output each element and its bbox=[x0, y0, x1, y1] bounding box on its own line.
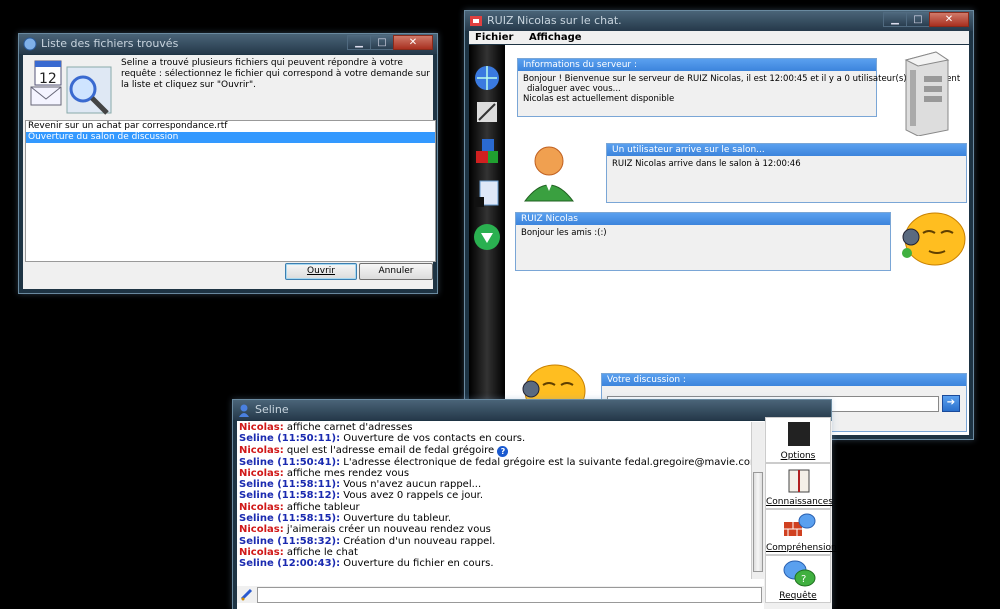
message-line: Seline (11:58:32): Création d'un nouveau… bbox=[239, 535, 496, 547]
command-bar bbox=[237, 586, 764, 603]
request-button[interactable]: ? Requête bbox=[765, 555, 831, 603]
message-line: Nicolas: quel est l'adresse email de fed… bbox=[239, 445, 751, 457]
conversation-log: Nicolas: affiche carnet d'adresses Selin… bbox=[239, 422, 763, 570]
server-line: Nicolas est actuellement disponible bbox=[523, 94, 675, 104]
message-line: Seline (11:58:15): Ouverture du tableur. bbox=[239, 513, 452, 525]
globe-icon[interactable] bbox=[474, 65, 500, 94]
file-list-titlebar[interactable]: Liste des fichiers trouvés ▁ □ ✕ bbox=[19, 34, 437, 54]
file-listbox[interactable]: Revenir sur un achat par correspondance.… bbox=[25, 120, 436, 262]
understanding-button[interactable]: Compréhension bbox=[765, 509, 837, 555]
options-button[interactable]: Options bbox=[765, 417, 831, 463]
panel-title: Un utilisateur arrive sur le salon... bbox=[607, 144, 966, 156]
message-line: Nicolas: affiche mes rendez vous bbox=[239, 467, 410, 479]
seline-side-buttons: Options Connaissances Compréhension ? Re… bbox=[764, 417, 837, 609]
options-icon bbox=[788, 422, 810, 446]
window-title: RUIZ Nicolas sur le chat. bbox=[487, 14, 622, 27]
message-line: Seline (11:58:11): Vous n'avez aucun rap… bbox=[239, 479, 482, 491]
cubes-icon[interactable] bbox=[474, 137, 500, 170]
book-icon bbox=[786, 468, 812, 497]
arrival-panel: Un utilisateur arrive sur le salon... RU… bbox=[606, 143, 967, 203]
bulb-icon[interactable] bbox=[473, 223, 501, 254]
minimize-button[interactable]: ▁ bbox=[347, 35, 371, 50]
menu-bar: Fichier Affichage bbox=[469, 31, 969, 44]
seline-titlebar[interactable]: Seline bbox=[233, 400, 831, 420]
menu-affichage[interactable]: Affichage bbox=[529, 32, 582, 43]
message-line: Seline (11:50:11): Ouverture de vos cont… bbox=[239, 433, 526, 445]
server-line: Bonjour ! Bienvenue sur le serveur de RU… bbox=[523, 74, 961, 84]
window-title: Seline bbox=[255, 403, 289, 416]
panel-title: Informations du serveur : bbox=[518, 59, 876, 71]
message-line: Seline (11:58:12): Vous avez 0 rappels c… bbox=[239, 490, 484, 502]
send-arrow-button[interactable]: ➔ bbox=[942, 395, 960, 412]
app-icon bbox=[23, 37, 37, 51]
document-icon[interactable] bbox=[474, 179, 500, 210]
file-search-icon: 12 bbox=[27, 57, 119, 117]
menu-fichier[interactable]: Fichier bbox=[475, 32, 513, 43]
chat-sidebar bbox=[469, 45, 505, 435]
close-button[interactable]: ✕ bbox=[929, 12, 969, 27]
chat-window: RUIZ Nicolas sur le chat. ▁ □ ✕ Fichier … bbox=[464, 10, 974, 440]
message-line: Nicolas: affiche tableur bbox=[239, 501, 360, 513]
message-line: Nicolas: affiche carnet d'adresses bbox=[239, 422, 413, 433]
help-icon[interactable]: ? bbox=[497, 445, 509, 457]
seline-app-icon bbox=[237, 403, 251, 417]
chat-bubbles-icon: ? bbox=[782, 559, 816, 592]
list-item[interactable]: Revenir sur un achat par correspondance.… bbox=[26, 121, 435, 132]
seline-window: Seline Nicolas: affiche carnet d'adresse… bbox=[232, 399, 837, 609]
svg-text:?: ? bbox=[801, 574, 806, 585]
close-button[interactable]: ✕ bbox=[393, 35, 433, 50]
server-line: dialoguer avec vous... bbox=[527, 84, 621, 94]
bricks-bubble-icon bbox=[782, 512, 816, 543]
maximize-button[interactable]: □ bbox=[370, 35, 394, 50]
message-line: Seline (12:00:43): Ouverture du fichier … bbox=[239, 558, 494, 570]
panel-title: RUIZ Nicolas bbox=[516, 213, 890, 225]
cancel-button[interactable]: Annuler bbox=[359, 263, 433, 280]
edit-icon[interactable] bbox=[476, 101, 498, 126]
user-message-text: Bonjour les amis :(:) bbox=[521, 228, 607, 238]
smiley-headset-icon bbox=[893, 209, 969, 278]
maximize-button[interactable]: □ bbox=[906, 12, 930, 27]
panel-title: Votre discussion : bbox=[602, 374, 966, 386]
conversation-scrollbar[interactable] bbox=[751, 422, 764, 579]
file-list-description: Seline a trouvé plusieurs fichiers qui p… bbox=[121, 58, 430, 90]
pen-icon bbox=[240, 588, 254, 604]
scrollbar-thumb[interactable] bbox=[753, 472, 763, 572]
message-line: Nicolas: affiche le chat bbox=[239, 546, 358, 558]
list-item[interactable]: Ouverture du salon de discussion bbox=[26, 132, 435, 143]
arrival-text: RUIZ Nicolas arrive dans le salon à 12:0… bbox=[612, 159, 801, 169]
chat-titlebar[interactable]: RUIZ Nicolas sur le chat. ▁ □ ✕ bbox=[465, 11, 973, 31]
command-input[interactable] bbox=[257, 587, 762, 603]
open-button[interactable]: Ouvrir bbox=[285, 263, 357, 280]
svg-text:12: 12 bbox=[39, 71, 57, 87]
chat-app-icon bbox=[469, 14, 483, 28]
minimize-button[interactable]: ▁ bbox=[883, 12, 907, 27]
server-tower-icon bbox=[896, 50, 952, 139]
user-avatar-icon bbox=[521, 141, 577, 206]
user-message-panel: RUIZ Nicolas Bonjour les amis :(:) bbox=[515, 212, 891, 271]
knowledge-button[interactable]: Connaissances bbox=[765, 463, 833, 509]
file-list-window: Liste des fichiers trouvés ▁ □ ✕ 12 Seli… bbox=[18, 33, 438, 294]
server-info-panel: Informations du serveur : Bonjour ! Bien… bbox=[517, 58, 961, 117]
message-line: Nicolas: j'aimerais créer un nouveau ren… bbox=[239, 524, 491, 536]
message-line: Seline (11:50:41): L'adresse électroniqu… bbox=[239, 456, 763, 468]
window-title: Liste des fichiers trouvés bbox=[41, 37, 179, 50]
